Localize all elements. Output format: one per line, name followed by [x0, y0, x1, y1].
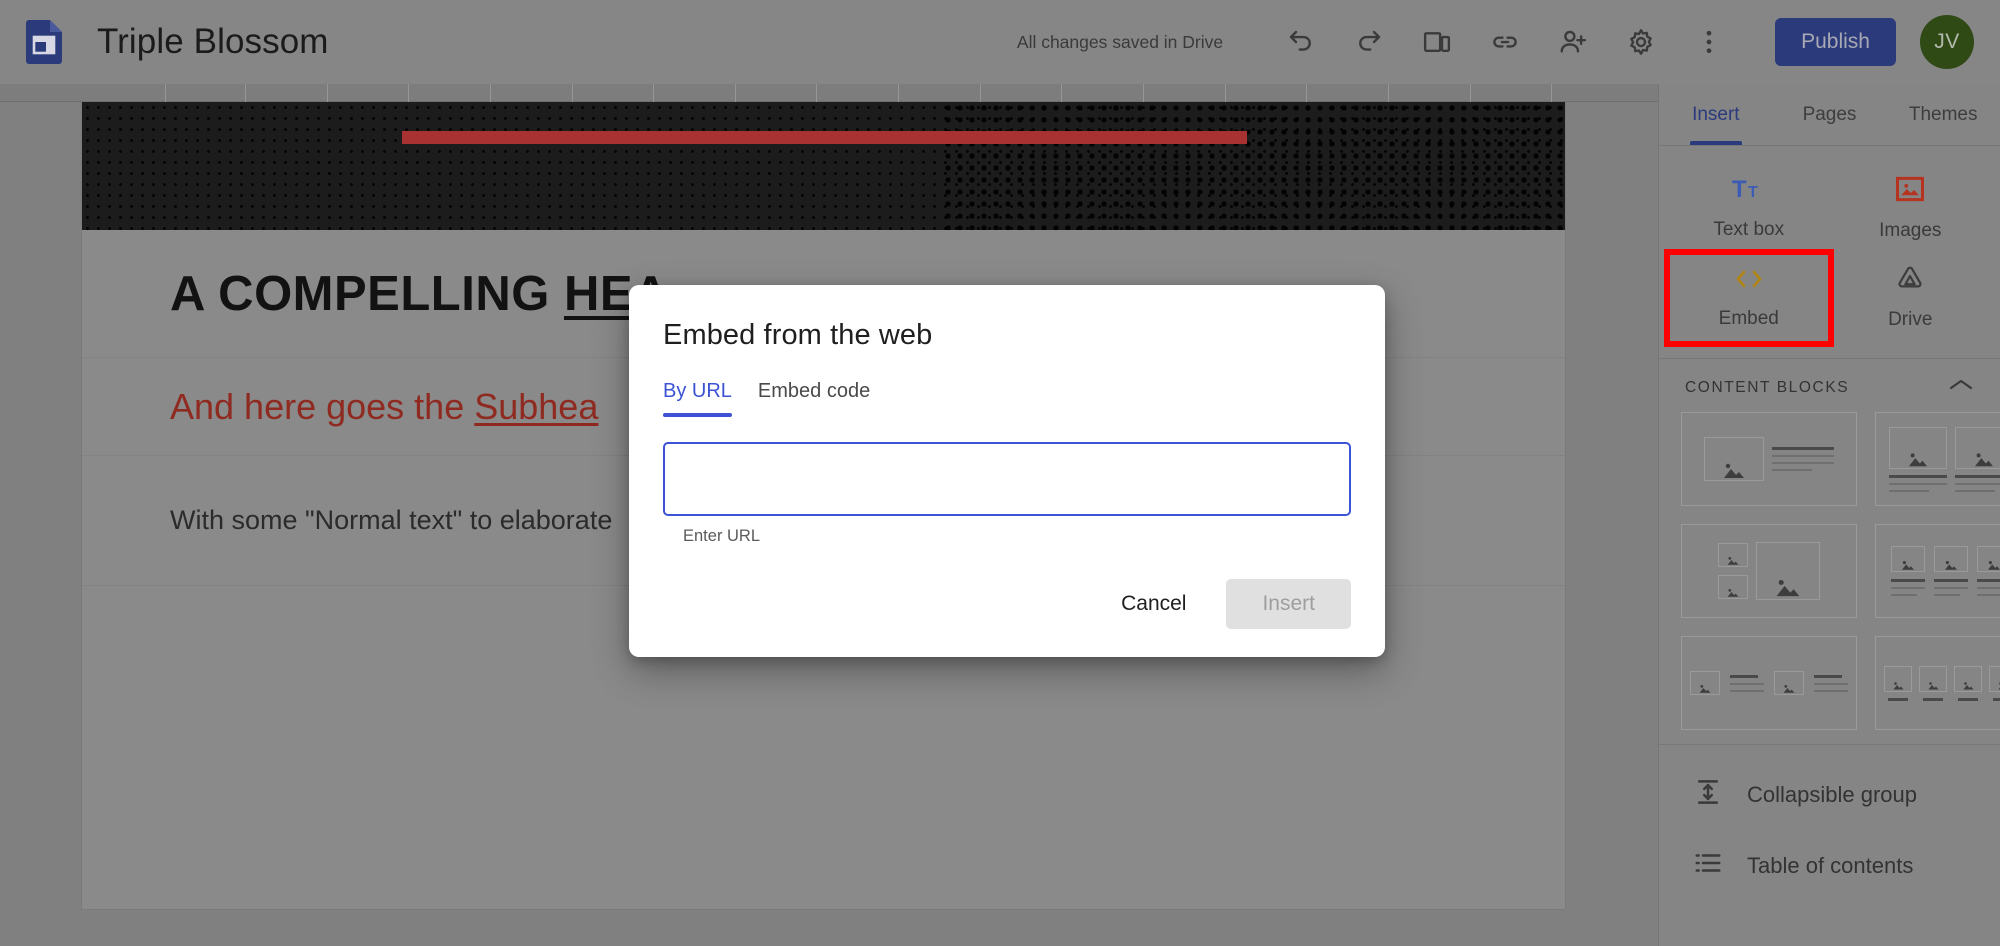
tab-embed-code[interactable]: Embed code [758, 380, 870, 417]
insert-button: Insert [1226, 579, 1351, 629]
dialog-tabs: By URL Embed code [663, 380, 1351, 417]
url-input[interactable] [663, 442, 1351, 516]
google-sites-editor: Triple Blossom All changes saved in Driv… [0, 0, 2000, 946]
cancel-button[interactable]: Cancel [1103, 580, 1204, 628]
dialog-actions: Cancel Insert [663, 579, 1351, 657]
dialog-title: Embed from the web [663, 319, 933, 351]
url-helper-text: Enter URL [683, 527, 761, 545]
embed-from-web-dialog: Embed from the web By URL Embed code Ent… [629, 285, 1385, 657]
tab-by-url[interactable]: By URL [663, 380, 732, 417]
